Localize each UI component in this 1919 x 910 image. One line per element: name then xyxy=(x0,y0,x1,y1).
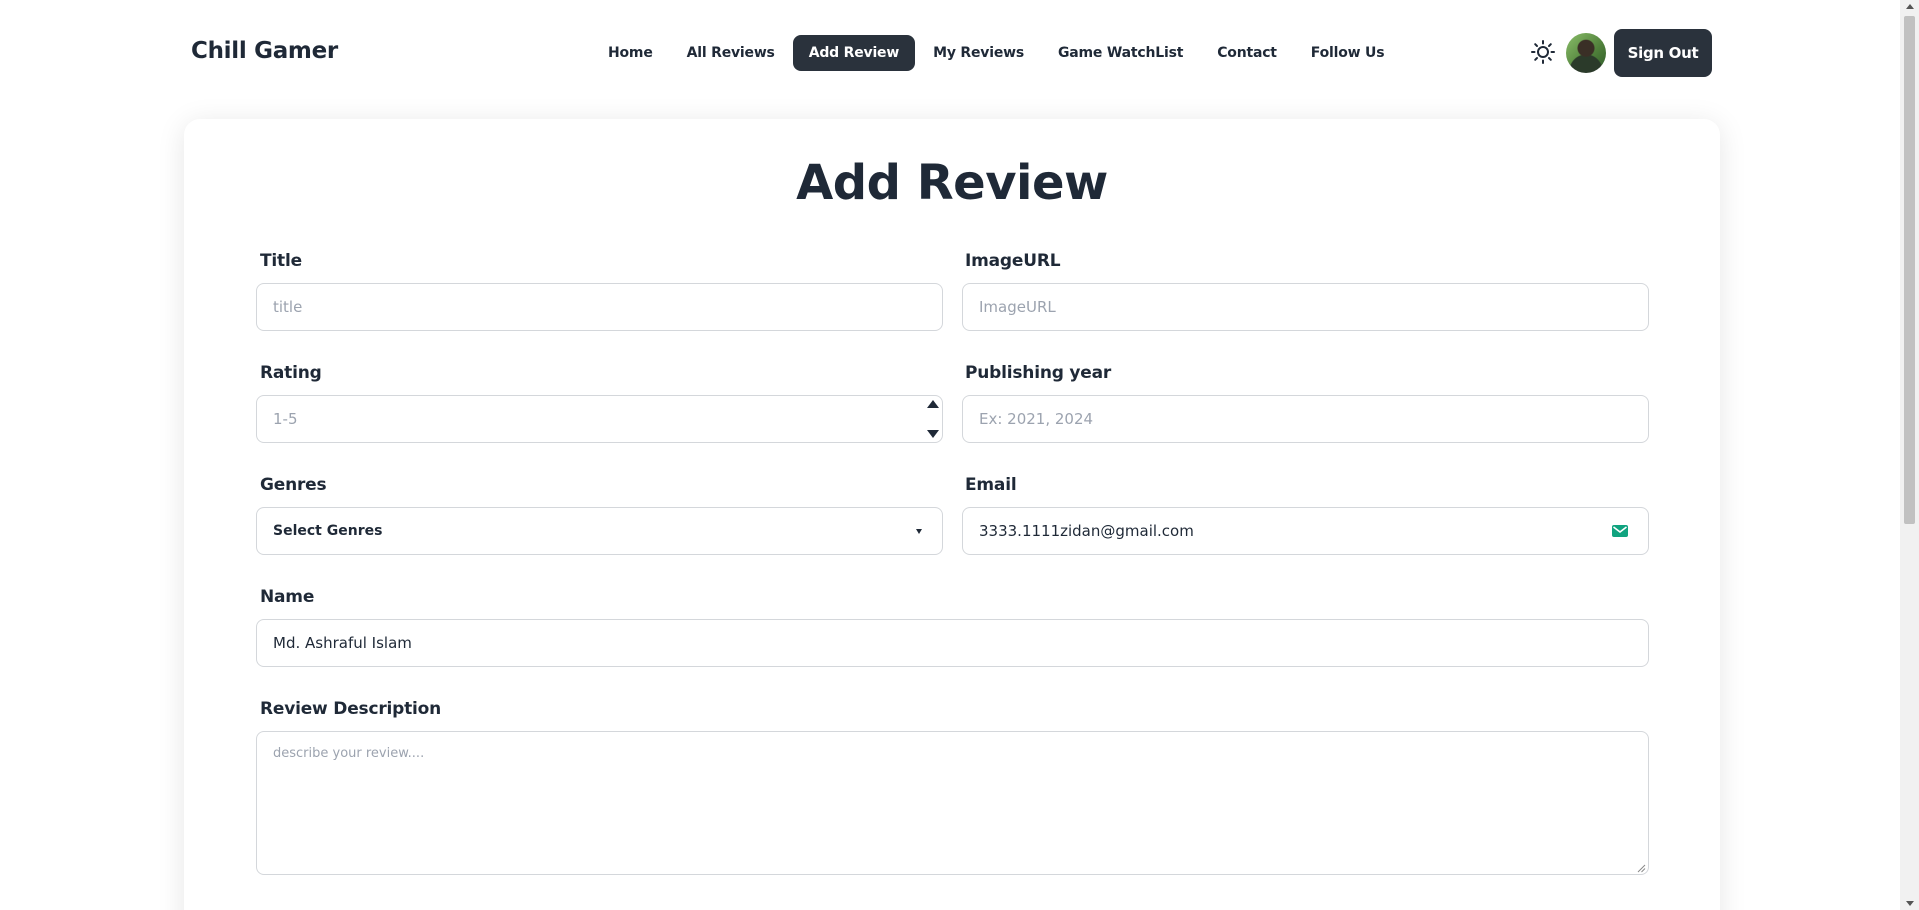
page-scrollbar[interactable] xyxy=(1900,0,1919,910)
genres-select[interactable]: Select Genres xyxy=(256,507,943,555)
review-description-placeholder: describe your review.... xyxy=(273,746,425,761)
genres-label: Genres xyxy=(260,475,327,495)
publishing-year-input[interactable]: Ex: 2021, 2024 xyxy=(962,395,1649,443)
caret-down-icon xyxy=(916,529,922,534)
resize-grip-icon[interactable] xyxy=(1636,862,1646,873)
nav-link-add-review[interactable]: Add Review xyxy=(792,35,916,71)
nav-links: Home All Reviews Add Review My Reviews G… xyxy=(592,35,1400,71)
email-input[interactable]: 3333.1111zidan@gmail.com xyxy=(962,507,1649,555)
scroll-down-icon[interactable] xyxy=(1906,901,1914,906)
nav-link-game-watchlist[interactable]: Game WatchList xyxy=(1042,35,1199,71)
image-url-input[interactable]: ImageURL xyxy=(962,283,1649,331)
number-stepper[interactable] xyxy=(926,400,940,438)
scroll-thumb[interactable] xyxy=(1904,16,1915,524)
navbar: Chill Gamer Home All Reviews Add Review … xyxy=(0,0,1900,106)
email-value: 3333.1111zidan@gmail.com xyxy=(979,522,1194,540)
genres-selected-value: Select Genres xyxy=(273,523,383,539)
rating-label: Rating xyxy=(260,363,322,383)
review-description-label: Review Description xyxy=(260,699,442,719)
nav-link-home[interactable]: Home xyxy=(592,35,669,71)
page-title: Add Review xyxy=(796,155,1108,211)
name-input[interactable]: Md. Ashraful Islam xyxy=(256,619,1649,667)
stepper-up-icon[interactable] xyxy=(927,400,939,408)
publishing-year-label: Publishing year xyxy=(965,363,1112,383)
nav-link-contact[interactable]: Contact xyxy=(1201,35,1293,71)
name-label: Name xyxy=(260,587,315,607)
rating-input[interactable]: 1-5 xyxy=(256,395,943,443)
sun-icon[interactable] xyxy=(1530,39,1556,65)
nav-link-my-reviews[interactable]: My Reviews xyxy=(917,35,1040,71)
nav-link-all-reviews[interactable]: All Reviews xyxy=(671,35,791,71)
mail-icon xyxy=(1612,524,1628,538)
title-input[interactable]: title xyxy=(256,283,943,331)
email-label: Email xyxy=(965,475,1017,495)
image-url-label: ImageURL xyxy=(965,251,1061,271)
add-review-card: Add Review Title title ImageURL ImageURL… xyxy=(184,119,1720,910)
nav-link-follow-us[interactable]: Follow Us xyxy=(1295,35,1401,71)
scroll-up-icon[interactable] xyxy=(1906,4,1914,9)
user-avatar[interactable] xyxy=(1566,33,1606,73)
rating-placeholder: 1-5 xyxy=(273,410,298,428)
brand-logo[interactable]: Chill Gamer xyxy=(191,38,338,64)
review-description-textarea[interactable]: describe your review.... xyxy=(256,731,1649,875)
sign-out-button[interactable]: Sign Out xyxy=(1614,29,1712,77)
title-label: Title xyxy=(260,251,302,271)
stepper-down-icon[interactable] xyxy=(927,430,939,438)
